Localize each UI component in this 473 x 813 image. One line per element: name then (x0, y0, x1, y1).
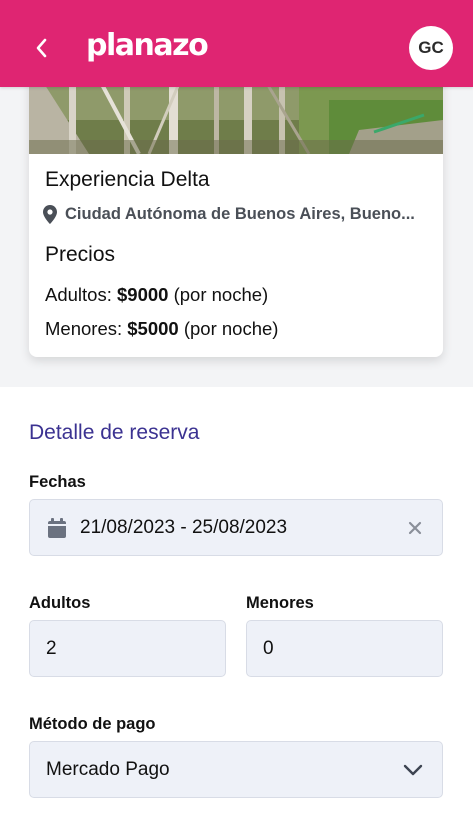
location-text: Ciudad Autónoma de Buenos Aires, Bueno..… (65, 205, 415, 223)
reservation-section-title: Detalle de reserva (29, 421, 200, 444)
adults-value: 2 (46, 637, 57, 659)
minors-price-value: $5000 (127, 318, 179, 339)
payment-method-label: Método de pago (29, 715, 156, 733)
prices-heading: Precios (45, 243, 116, 266)
minors-value: 0 (263, 637, 274, 659)
back-button[interactable] (28, 30, 56, 66)
adults-price-label: Adultos: (45, 284, 112, 305)
close-icon[interactable] (408, 521, 422, 535)
minors-price-label: Menores: (45, 318, 123, 339)
dates-value: 21/08/2023 - 25/08/2023 (80, 516, 288, 538)
payment-method-value: Mercado Pago (46, 758, 170, 780)
adults-label: Adultos (29, 594, 91, 612)
location-row: Ciudad Autónoma de Buenos Aires, Bueno..… (43, 205, 433, 224)
experience-title: Experiencia Delta (45, 168, 210, 191)
minors-price-line: Menores: $5000 (por noche) (45, 318, 278, 340)
minors-input[interactable]: 0 (246, 620, 443, 677)
payment-method-select[interactable]: Mercado Pago (29, 741, 443, 798)
minors-price-unit: (por noche) (183, 318, 279, 339)
app-logo[interactable]: planazo (86, 28, 209, 63)
adults-input[interactable]: 2 (29, 620, 226, 677)
chevron-left-icon (36, 38, 47, 58)
adults-price-line: Adultos: $9000 (por noche) (45, 284, 268, 306)
dates-field[interactable]: 21/08/2023 - 25/08/2023 (29, 499, 443, 556)
adults-price-unit: (por noche) (173, 284, 269, 305)
experience-card: Experiencia Delta Ciudad Autónoma de Bue… (29, 60, 443, 357)
location-pin-icon (43, 205, 57, 224)
adults-price-value: $9000 (117, 284, 169, 305)
user-avatar[interactable]: GC (409, 26, 453, 70)
dates-label: Fechas (29, 473, 86, 491)
app-header: planazo GC (0, 0, 473, 87)
minors-label: Menores (246, 594, 314, 612)
calendar-icon (48, 517, 66, 538)
chevron-down-icon (403, 764, 423, 776)
